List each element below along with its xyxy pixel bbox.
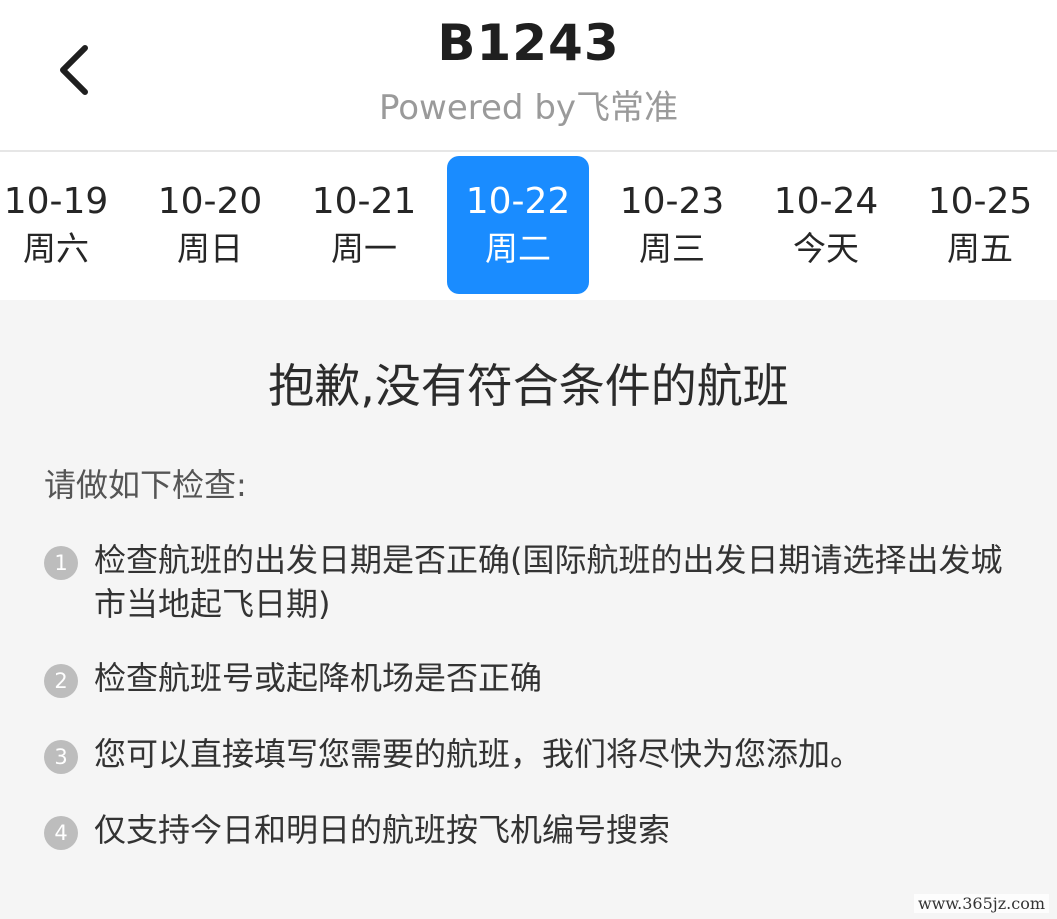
check-list-item-text: 您可以直接填写您需要的航班，我们将尽快为您添加。 <box>94 735 863 773</box>
number-4-icon: 4 <box>44 816 78 850</box>
date-tab[interactable]: 10-25 周五 <box>909 156 1051 294</box>
date-tab-date: 10-20 <box>157 181 263 222</box>
date-tab-weekday: 周五 <box>947 229 1013 268</box>
date-tab-selected[interactable]: 10-22 周二 <box>447 156 589 294</box>
date-tab-date: 10-24 <box>773 181 879 222</box>
check-list-item-text: 检查航班的出发日期是否正确(国际航班的出发日期请选择出发城市当地起飞日期) <box>94 541 1003 623</box>
date-tab-weekday: 今天 <box>793 229 859 268</box>
check-list-item: 4 仅支持今日和明日的航班按飞机编号搜索 <box>44 808 1034 852</box>
check-list-item: 1 检查航班的出发日期是否正确(国际航班的出发日期请选择出发城市当地起飞日期) <box>44 538 1034 626</box>
date-tab[interactable]: 10-20 周日 <box>139 156 281 294</box>
check-list-item: 2 检查航班号或起降机场是否正确 <box>44 656 1034 700</box>
date-tab-weekday: 周日 <box>177 229 243 268</box>
date-tab[interactable]: 10-21 周一 <box>293 156 435 294</box>
number-3-icon: 3 <box>44 740 78 774</box>
watermark: www.365jz.com <box>913 894 1049 913</box>
page-subtitle: Powered by飞常准 <box>378 88 679 128</box>
date-tab-weekday: 周六 <box>23 229 89 268</box>
date-tab-date: 10-21 <box>311 181 417 222</box>
date-tab-today[interactable]: 10-24 今天 <box>755 156 897 294</box>
date-tab-date: 10-23 <box>619 181 725 222</box>
check-list-heading: 请做如下检查: <box>44 466 247 504</box>
date-tab-date: 10-22 <box>465 181 571 222</box>
date-tab-date: 10-25 <box>927 181 1033 222</box>
empty-state-panel: 抱歉,没有符合条件的航班 请做如下检查: 1 检查航班的出发日期是否正确(国际航… <box>0 300 1057 919</box>
date-tab-weekday: 周一 <box>331 229 397 268</box>
date-selector: 10-19 周六 10-20 周日 10-21 周一 10-22 周二 10-2… <box>0 152 1057 300</box>
date-tab-weekday: 周三 <box>639 229 705 268</box>
page-title: B1243 <box>437 14 620 72</box>
check-list-item-text: 检查航班号或起降机场是否正确 <box>94 659 543 697</box>
number-2-icon: 2 <box>44 664 78 698</box>
date-tab[interactable]: 10-23 周三 <box>601 156 743 294</box>
page: B1243 Powered by飞常准 10-19 周六 10-20 周日 10… <box>0 0 1057 919</box>
date-tab[interactable]: 10-19 周六 <box>0 156 127 294</box>
number-1-icon: 1 <box>44 546 78 580</box>
date-tab-weekday: 周二 <box>485 229 551 268</box>
check-list-item: 3 您可以直接填写您需要的航班，我们将尽快为您添加。 <box>44 732 1034 776</box>
header-bar: B1243 Powered by飞常准 <box>0 0 1057 152</box>
check-list-item-text: 仅支持今日和明日的航班按飞机编号搜索 <box>94 811 671 849</box>
empty-state-title: 抱歉,没有符合条件的航班 <box>268 359 789 413</box>
date-tab-date: 10-19 <box>3 181 109 222</box>
